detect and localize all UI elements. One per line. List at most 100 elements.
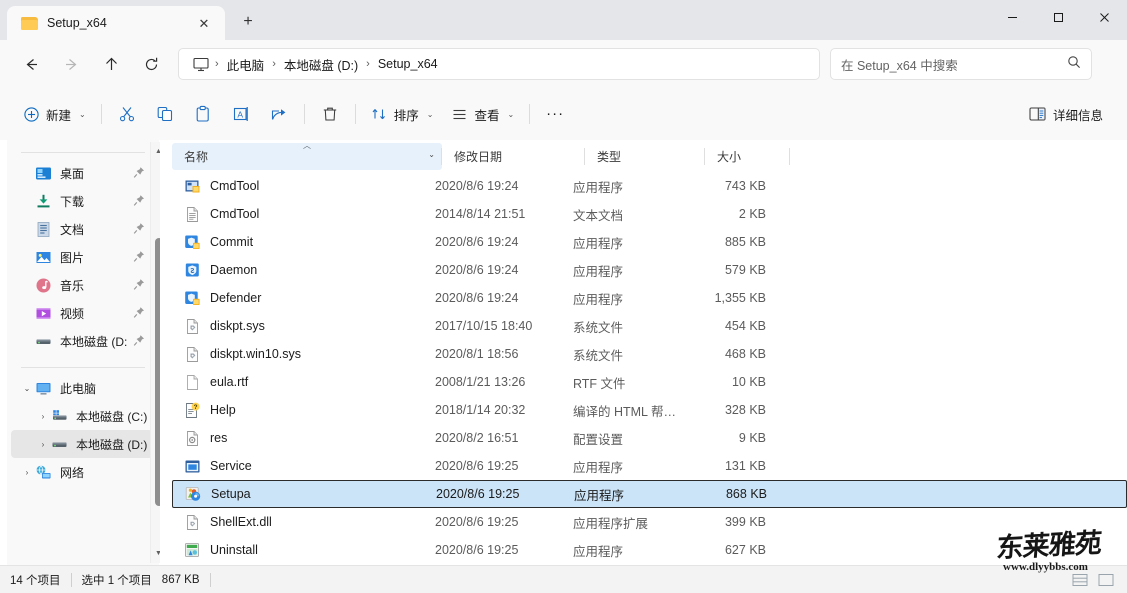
file-name-cell[interactable]: Daemon [172, 262, 430, 279]
layout-buttons [1069, 571, 1117, 589]
breadcrumb-item-this-pc[interactable]: 此电脑 [220, 52, 272, 77]
new-tab-button[interactable]: + [233, 7, 263, 37]
share-button[interactable] [260, 97, 298, 131]
column-headers: ︿ 名称 ⌄ 修改日期 类型 大小 [172, 142, 1127, 170]
table-row-selected[interactable]: Setupa 2020/8/6 19:25 应用程序 868 KB [172, 480, 1127, 508]
chevron-down-icon[interactable]: ⌄ [19, 384, 35, 393]
table-row[interactable]: diskpt.win10.sys 2020/8/1 18:56 系统文件 468 KB [172, 340, 1127, 368]
forward-button[interactable] [54, 47, 88, 81]
file-name-cell[interactable]: Setupa [173, 486, 431, 503]
pin-icon[interactable] [133, 306, 145, 319]
search-icon[interactable] [1067, 55, 1081, 74]
more-options-button[interactable]: ··· [536, 97, 574, 131]
file-name-label: Setupa [211, 487, 251, 501]
chevron-right-icon[interactable]: › [35, 440, 51, 449]
window-controls [989, 0, 1127, 40]
sidebar-item-drive-d[interactable]: › 本地磁盘 (D:) [11, 430, 153, 458]
pictures-icon [35, 249, 52, 266]
pin-icon[interactable] [133, 250, 145, 263]
table-row[interactable]: eula.rtf 2008/1/21 13:26 RTF 文件 10 KB [172, 368, 1127, 396]
column-header-date[interactable]: 修改日期 [442, 143, 585, 170]
file-name-label: eula.rtf [210, 375, 249, 389]
sidebar-item-documents[interactable]: 文档 [11, 215, 153, 243]
pin-icon[interactable] [133, 334, 145, 347]
sort-button[interactable]: 排序 ⌄ [362, 97, 443, 131]
sidebar-item-label: 音乐 [60, 278, 85, 293]
close-window-button[interactable] [1081, 0, 1127, 34]
details-pane-button[interactable]: 详细信息 [1019, 97, 1113, 131]
file-name-cell[interactable]: ShellExt.dll [172, 514, 430, 531]
rename-button[interactable]: A [222, 97, 260, 131]
file-name-label: Uninstall [210, 543, 258, 557]
pin-icon[interactable] [133, 222, 145, 235]
file-name-cell[interactable]: diskpt.win10.sys [172, 346, 430, 363]
new-button[interactable]: 新建 ⌄ [14, 97, 95, 131]
sidebar-item-network[interactable]: › 网络 [11, 458, 153, 486]
table-row[interactable]: CmdTool 2014/8/14 21:51 文本文档 2 KB [172, 200, 1127, 228]
large-icons-view-button[interactable] [1095, 571, 1117, 589]
sidebar-item-label: 图片 [60, 250, 85, 265]
table-row[interactable]: Daemon 2020/8/6 19:24 应用程序 579 KB [172, 256, 1127, 284]
table-row[interactable]: diskpt.sys 2017/10/15 18:40 系统文件 454 KB [172, 312, 1127, 340]
sidebar-item-pictures[interactable]: 图片 [11, 243, 153, 271]
address-bar[interactable]: › 此电脑 › 本地磁盘 (D:) › Setup_x64 [178, 48, 820, 80]
file-name-cell[interactable]: Uninstall [172, 542, 430, 559]
chevron-down-icon[interactable]: ⌄ [428, 150, 435, 159]
table-row[interactable]: CmdTool 2020/8/6 19:24 应用程序 743 KB [172, 172, 1127, 200]
table-row[interactable]: Uninstall 2020/8/6 19:25 应用程序 627 KB [172, 536, 1127, 564]
paste-button[interactable] [184, 97, 222, 131]
table-row[interactable]: ShellExt.dll 2020/8/6 19:25 应用程序扩展 399 KB [172, 508, 1127, 536]
copy-button[interactable] [146, 97, 184, 131]
navigation-pane: 桌面 下载 文档 图片 音乐 视频 本地磁盘 (D: ⌄ 此电脑 › 本地磁盘 … [7, 140, 165, 565]
sidebar-item-label: 本地磁盘 (C:) [76, 409, 148, 424]
file-name-cell[interactable]: ? Help [172, 402, 430, 419]
table-row[interactable]: ? Help 2018/1/14 20:32 编译的 HTML 帮… 328 KB [172, 396, 1127, 424]
table-row[interactable]: Service 2020/8/6 19:25 应用程序 131 KB [172, 452, 1127, 480]
file-name-cell[interactable]: CmdTool [172, 206, 430, 223]
file-name-cell[interactable]: Defender [172, 290, 430, 307]
music-icon [35, 277, 52, 294]
back-button[interactable] [14, 47, 48, 81]
sidebar-item-desktop[interactable]: 桌面 [11, 159, 153, 187]
column-header-name[interactable]: ︿ 名称 ⌄ [172, 142, 442, 170]
column-header-size[interactable]: 大小 [705, 143, 790, 170]
delete-button[interactable] [311, 97, 349, 131]
file-name-cell[interactable]: diskpt.sys [172, 318, 430, 335]
up-button[interactable] [94, 47, 128, 81]
file-name-cell[interactable]: CmdTool [172, 178, 430, 195]
close-tab-icon[interactable]: ✕ [193, 12, 215, 34]
file-name-cell[interactable]: Commit [172, 234, 430, 251]
pin-icon[interactable] [133, 194, 145, 207]
chevron-right-icon[interactable]: › [35, 412, 51, 421]
sidebar-item-drive-d-pinned[interactable]: 本地磁盘 (D: [11, 327, 153, 355]
file-size-cell: 627 KB [724, 543, 766, 557]
tab-setup-x64[interactable]: Setup_x64 ✕ [7, 6, 225, 40]
sidebar-item-downloads[interactable]: 下载 [11, 187, 153, 215]
table-row[interactable]: res 2020/8/2 16:51 配置设置 9 KB [172, 424, 1127, 452]
maximize-button[interactable] [1035, 0, 1081, 34]
file-name-cell[interactable]: res [172, 430, 430, 447]
view-button[interactable]: 查看 ⌄ [442, 97, 523, 131]
table-row[interactable]: Commit 2020/8/6 19:24 应用程序 885 KB [172, 228, 1127, 256]
sidebar-item-drive-c[interactable]: › 本地磁盘 (C:) [11, 402, 153, 430]
sidebar-item-this-pc[interactable]: ⌄ 此电脑 [11, 374, 153, 402]
sidebar-item-videos[interactable]: 视频 [11, 299, 153, 327]
pin-icon[interactable] [133, 166, 145, 179]
column-header-type[interactable]: 类型 [585, 143, 705, 170]
breadcrumb-item-drive-d[interactable]: 本地磁盘 (D:) [277, 52, 365, 77]
search-box[interactable]: 在 Setup_x64 中搜索 [830, 48, 1092, 80]
breadcrumb-item-setup-x64[interactable]: Setup_x64 [371, 54, 445, 74]
file-type-cell: 文本文档 [573, 208, 624, 223]
file-name-cell[interactable]: eula.rtf [172, 374, 430, 391]
details-view-button[interactable] [1069, 571, 1091, 589]
pin-icon[interactable] [133, 278, 145, 291]
tab-strip: Setup_x64 ✕ + [0, 0, 263, 40]
chevron-right-icon[interactable]: › [19, 468, 35, 477]
minimize-button[interactable] [989, 0, 1035, 34]
cut-button[interactable] [108, 97, 146, 131]
sidebar-item-music[interactable]: 音乐 [11, 271, 153, 299]
view-button-label: 查看 [474, 108, 500, 123]
table-row[interactable]: Defender 2020/8/6 19:24 应用程序 1,355 KB [172, 284, 1127, 312]
refresh-button[interactable] [134, 47, 168, 81]
file-name-cell[interactable]: Service [172, 458, 430, 475]
